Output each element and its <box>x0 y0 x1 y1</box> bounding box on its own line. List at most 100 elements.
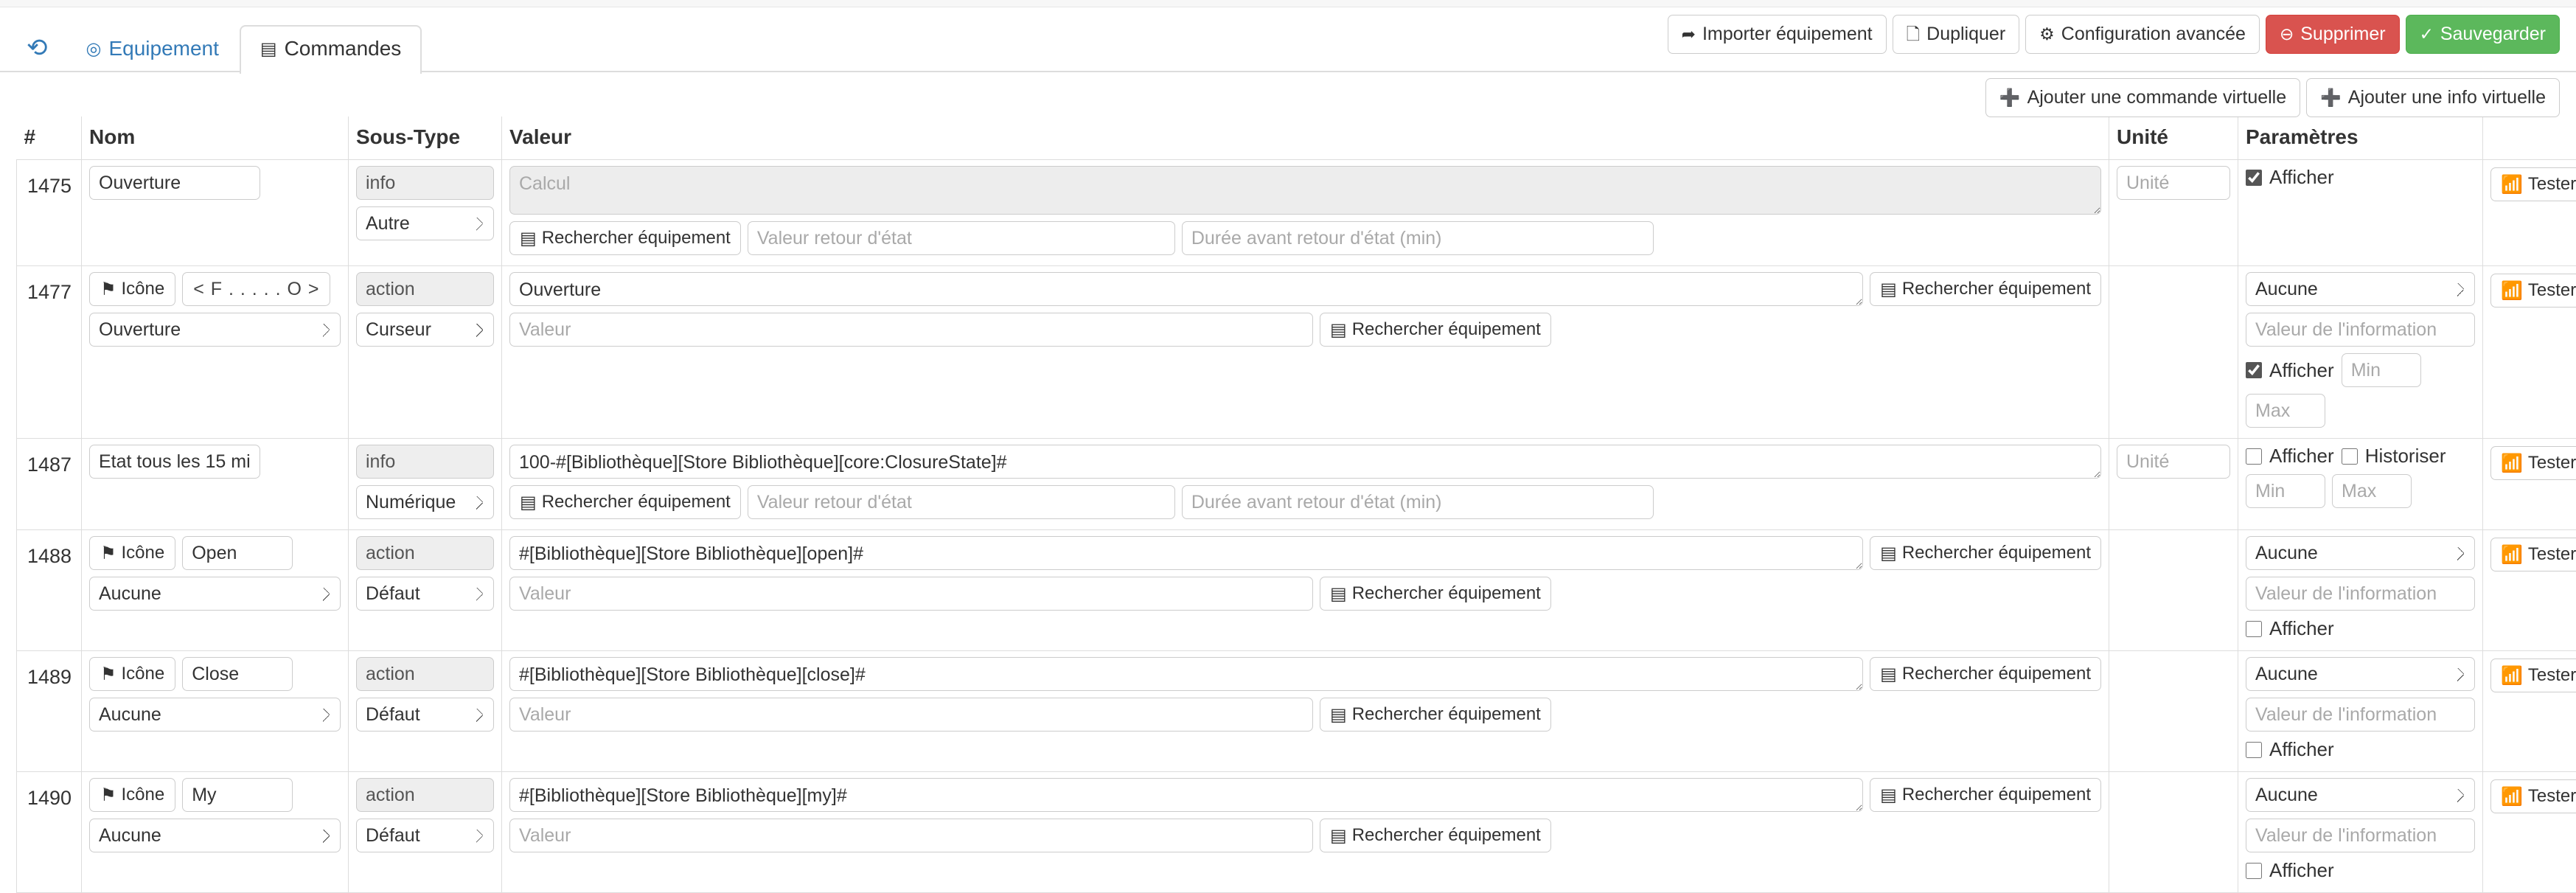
row-id: 1475 <box>17 160 82 266</box>
tab-equipement-label: Equipement <box>108 37 218 60</box>
param-select[interactable]: Aucune <box>2246 657 2475 691</box>
afficher-checkbox[interactable] <box>2246 863 2262 879</box>
flag-icon: ⚑ <box>100 279 116 300</box>
search-equipment-button[interactable]: ▤ Rechercher équipement <box>1870 536 2101 570</box>
etat-valeur-input[interactable] <box>748 221 1175 255</box>
info-value-input[interactable] <box>2246 577 2475 611</box>
rss-icon: 📶 <box>2501 544 2523 566</box>
delete-button[interactable]: ⊖ Supprimer <box>2266 15 2400 54</box>
sub-type-select[interactable]: Défaut <box>356 819 494 852</box>
row-id: 1477 <box>17 266 82 439</box>
valeur-first-line <box>509 166 2101 215</box>
historiser-checkbox[interactable] <box>2342 448 2358 465</box>
valeur-textarea[interactable]: Ouverture <box>509 272 1863 306</box>
info-value-input[interactable] <box>2246 698 2475 732</box>
valeur-textarea[interactable]: #[Bibliothèque][Store Bibliothèque][clos… <box>509 657 1863 691</box>
test-button[interactable]: 📶 Tester <box>2490 538 2576 571</box>
cell-unite <box>2109 266 2238 439</box>
icon-code-button[interactable]: < F . . . . . O > <box>182 272 330 306</box>
min-input[interactable] <box>2342 353 2421 387</box>
valeur2-input[interactable] <box>509 698 1313 732</box>
sub-type-select[interactable]: Défaut <box>356 577 494 611</box>
search-equipment-button[interactable]: ▤ Rechercher équipement <box>1870 657 2101 691</box>
cell-valeur: #[Bibliothèque][Store Bibliothèque][open… <box>502 530 2109 651</box>
import-equipment-button[interactable]: ➦ Importer équipement <box>1668 15 1887 54</box>
cell-actions: 📶 Tester ⊖ <box>2483 772 2576 893</box>
icon-picker-button[interactable]: ⚑ Icône <box>89 657 175 691</box>
info-value-input[interactable] <box>2246 819 2475 852</box>
nom-generic-select[interactable]: Aucune <box>89 698 341 732</box>
nom-input[interactable] <box>182 536 293 570</box>
valeur2-input[interactable] <box>509 577 1313 611</box>
back-arrow-icon[interactable]: ⟲ <box>16 35 66 72</box>
nom-input[interactable] <box>182 778 293 812</box>
test-button[interactable]: 📶 Tester <box>2490 167 2576 201</box>
max-input[interactable] <box>2332 474 2412 508</box>
param-select[interactable]: Aucune <box>2246 778 2475 812</box>
search-equipment-button-2[interactable]: ▤ Rechercher équipement <box>1320 698 1551 732</box>
add-virtual-info-button[interactable]: ➕ Ajouter une info virtuelle <box>2306 78 2560 117</box>
param-select[interactable]: Aucune <box>2246 272 2475 306</box>
icon-picker-button[interactable]: ⚑ Icône <box>89 536 175 570</box>
icon-picker-button[interactable]: ⚑ Icône <box>89 272 175 306</box>
icon-picker-button[interactable]: ⚑ Icône <box>89 778 175 812</box>
plus-circle-icon: ➕ <box>2320 88 2342 107</box>
valeur-textarea[interactable] <box>509 166 2101 215</box>
list-icon: ▤ <box>1880 543 1897 564</box>
unite-input[interactable] <box>2117 166 2230 200</box>
param-select[interactable]: Aucune <box>2246 536 2475 570</box>
test-button[interactable]: 📶 Tester <box>2490 779 2576 813</box>
valeur2-input[interactable] <box>509 313 1313 347</box>
parameters-stack: Aucune Afficher <box>2246 778 2475 882</box>
search-equipment-button[interactable]: ▤ Rechercher équipement <box>1870 778 2101 812</box>
min-input[interactable] <box>2246 474 2325 508</box>
nom-input[interactable] <box>182 657 293 691</box>
search-equipment-button-2[interactable]: ▤ Rechercher équipement <box>1320 819 1551 852</box>
search-equipment-button[interactable]: ▤ Rechercher équipement <box>509 485 741 519</box>
afficher-checkbox[interactable] <box>2246 362 2262 378</box>
search-equipment-button[interactable]: ▤ Rechercher équipement <box>509 221 741 255</box>
sub-type-select[interactable]: Curseur <box>356 313 494 347</box>
cell-valeur: Ouverture ▤ Rechercher équipement ▤ Rech… <box>502 266 2109 439</box>
valeur-textarea[interactable]: #[Bibliothèque][Store Bibliothèque][open… <box>509 536 1863 570</box>
nom-input[interactable] <box>89 445 260 479</box>
nom-generic-select[interactable]: Aucune <box>89 577 341 611</box>
unite-input[interactable] <box>2117 445 2230 479</box>
duplicate-button[interactable]: 🗋 Dupliquer <box>1893 15 2020 54</box>
nom-generic-select[interactable]: Ouverture <box>89 313 341 347</box>
search-equipment-button-2[interactable]: ▤ Rechercher équipement <box>1320 577 1551 611</box>
sub-type-select[interactable]: Défaut <box>356 698 494 732</box>
valeur-textarea[interactable]: 100-#[Bibliothèque][Store Bibliothèque][… <box>509 445 2101 479</box>
type-badge <box>356 445 494 479</box>
afficher-label: Afficher <box>2269 859 2334 882</box>
add-virtual-command-button[interactable]: ➕ Ajouter une commande virtuelle <box>1985 78 2300 117</box>
etat-valeur-input[interactable] <box>748 485 1175 519</box>
advanced-config-button[interactable]: ⚙ Configuration avancée <box>2025 15 2260 54</box>
sub-type-select[interactable]: Autre <box>356 206 494 240</box>
afficher-checkbox[interactable] <box>2246 621 2262 637</box>
info-value-input[interactable] <box>2246 313 2475 347</box>
valeur2-input[interactable] <box>509 819 1313 852</box>
test-button[interactable]: 📶 Tester <box>2490 659 2576 692</box>
search-equipment-button-2[interactable]: ▤ Rechercher équipement <box>1320 313 1551 347</box>
afficher-checkbox[interactable] <box>2246 742 2262 758</box>
test-button[interactable]: 📶 Tester <box>2490 446 2576 480</box>
afficher-line: Afficher <box>2246 353 2475 387</box>
nom-generic-select[interactable]: Aucune <box>89 819 341 852</box>
valeur-textarea[interactable]: #[Bibliothèque][Store Bibliothèque][my]# <box>509 778 1863 812</box>
max-input[interactable] <box>2246 394 2325 428</box>
afficher-checkbox[interactable] <box>2246 448 2262 465</box>
sub-type-select[interactable]: Numérique <box>356 485 494 519</box>
test-button[interactable]: 📶 Tester <box>2490 274 2576 307</box>
save-button[interactable]: ✓ Sauvegarder <box>2406 15 2560 54</box>
advanced-config-label: Configuration avancée <box>2061 24 2246 45</box>
tab-commandes[interactable]: ▤ Commandes <box>240 25 422 74</box>
tab-equipement[interactable]: ◎ Equipement <box>66 25 240 72</box>
duree-retour-input[interactable] <box>1182 485 1654 519</box>
duree-retour-input[interactable] <box>1182 221 1654 255</box>
test-label: Tester <box>2528 786 2576 807</box>
cell-actions: 📶 Tester ⊖ <box>2483 530 2576 651</box>
nom-input[interactable] <box>89 166 260 200</box>
search-equipment-button[interactable]: ▤ Rechercher équipement <box>1870 272 2101 306</box>
afficher-checkbox[interactable] <box>2246 170 2262 186</box>
